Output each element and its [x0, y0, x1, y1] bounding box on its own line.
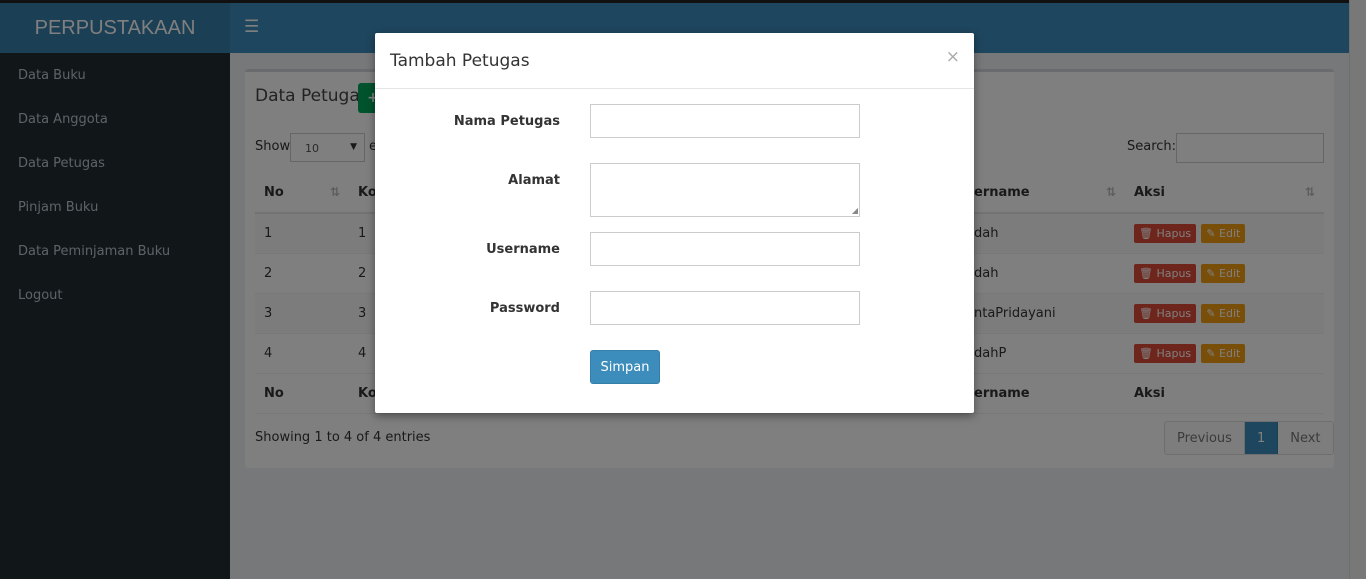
nama-petugas-input[interactable] [590, 104, 860, 138]
close-icon[interactable]: × [946, 47, 960, 67]
modal-title: Tambah Petugas [390, 51, 530, 71]
tambah-petugas-modal: Tambah Petugas × Nama Petugas Alamat ◢ U… [375, 33, 974, 413]
nama-petugas-label: Nama Petugas [453, 114, 560, 129]
alamat-label: Alamat [508, 173, 560, 188]
username-input[interactable] [590, 232, 860, 266]
username-label: Username [486, 242, 560, 257]
resize-grip-icon[interactable]: ◢ [852, 206, 858, 215]
modal-header: Tambah Petugas × [375, 33, 974, 89]
alamat-textarea[interactable]: ◢ [590, 163, 860, 217]
password-input[interactable] [590, 291, 860, 325]
password-label: Password [489, 301, 560, 316]
simpan-button[interactable]: Simpan [590, 350, 660, 384]
